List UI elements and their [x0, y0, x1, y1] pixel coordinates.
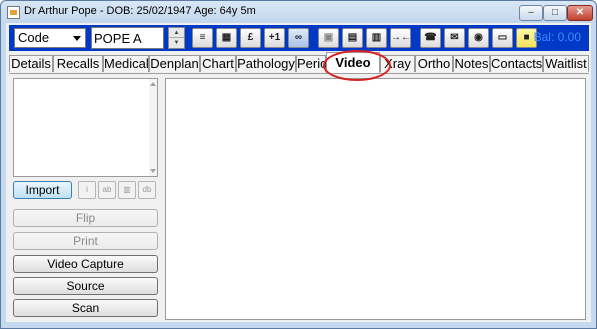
tab-ortho[interactable]: Ortho — [415, 55, 453, 72]
flip-button[interactable]: Flip — [13, 209, 158, 227]
notes-button[interactable]: ≡ — [192, 28, 213, 48]
tab-notes[interactable]: Notes — [453, 55, 490, 72]
notes-icon: ≡ — [199, 32, 206, 43]
scroll-up-icon[interactable] — [150, 82, 156, 86]
pound-icon: £ — [247, 32, 254, 43]
window-title: Dr Arthur Pope - DOB: 25/02/1947 Age: 64… — [24, 5, 256, 17]
tab-medical[interactable]: Medical — [103, 55, 149, 72]
chevron-down-icon — [73, 36, 81, 41]
print-button[interactable]: Print — [13, 232, 158, 250]
plus-one-button[interactable]: +1 — [264, 28, 285, 48]
toolbar: Code ▲ ▼ ≡ ▦ £ +1 ∞ ▣ ▤ ▥ →← ☎ ✉ ◉ ▭ ■ B… — [9, 25, 589, 51]
delete-button[interactable]: ▥ — [366, 28, 387, 48]
save-icon: ▣ — [323, 32, 334, 43]
spinner-down-icon[interactable]: ▼ — [169, 38, 184, 48]
tab-pathology[interactable]: Pathology — [236, 55, 296, 72]
sticky-note-icon: ■ — [523, 32, 530, 43]
letter-icon: ✉ — [450, 32, 459, 43]
scrollbar[interactable] — [149, 79, 157, 176]
edit-button[interactable]: ab — [98, 181, 116, 199]
delete-icon: ▥ — [371, 32, 382, 43]
tab-recalls[interactable]: Recalls — [53, 55, 103, 72]
plus-one-icon: +1 — [268, 32, 281, 43]
maximize-button[interactable]: □ — [543, 5, 567, 21]
scan-button[interactable]: Scan — [13, 299, 158, 317]
pound-button[interactable]: £ — [240, 28, 261, 48]
video-preview-area[interactable] — [165, 78, 586, 320]
app-icon — [7, 6, 20, 19]
cash-register-icon: ▦ — [221, 32, 232, 43]
info-button[interactable]: i — [78, 181, 96, 199]
card-icon: ▭ — [497, 32, 508, 43]
edit-icon: ab — [102, 185, 112, 194]
close-button[interactable]: ✕ — [567, 5, 593, 21]
code-select[interactable]: Code — [14, 28, 86, 48]
tab-xray[interactable]: Xray — [380, 55, 415, 72]
save-button[interactable]: ▣ — [318, 28, 339, 48]
balance-label: Bal: 0.00 — [533, 30, 581, 44]
video-capture-button[interactable]: Video Capture — [13, 255, 158, 273]
letter-button[interactable]: ✉ — [444, 28, 465, 48]
link-button[interactable]: ∞ — [288, 28, 309, 48]
arrows-icon: →← — [391, 32, 411, 43]
arrows-button[interactable]: →← — [390, 28, 411, 48]
client-area: Code ▲ ▼ ≡ ▦ £ +1 ∞ ▣ ▤ ▥ →← ☎ ✉ ◉ ▭ ■ B… — [6, 23, 591, 322]
trash-icon: ▥ — [123, 185, 131, 194]
spinner-up-icon[interactable]: ▲ — [169, 28, 184, 38]
patient-spinner[interactable]: ▲ ▼ — [168, 27, 185, 49]
info-icon: i — [86, 185, 88, 194]
database-icon: db — [142, 185, 152, 194]
phone-icon: ☎ — [424, 32, 437, 43]
code-select-value: Code — [18, 30, 50, 45]
scroll-down-icon[interactable] — [150, 169, 156, 173]
tab-denplan[interactable]: Denplan — [149, 55, 200, 72]
source-button[interactable]: Source — [13, 277, 158, 295]
phone-button[interactable]: ☎ — [420, 28, 441, 48]
minimize-button[interactable]: – — [519, 5, 543, 21]
database-button[interactable]: db — [138, 181, 156, 199]
camera-icon: ◉ — [474, 32, 483, 43]
patient-window: Dr Arthur Pope - DOB: 25/02/1947 Age: 64… — [0, 0, 597, 329]
tab-perio[interactable]: Perio — [296, 55, 327, 72]
camera-button[interactable]: ◉ — [468, 28, 489, 48]
tab-strip: Details Recalls Medical Denplan Chart Pa… — [9, 52, 589, 73]
tab-contacts[interactable]: Contacts — [490, 55, 543, 72]
print-preview-button[interactable]: ▤ — [342, 28, 363, 48]
tab-details[interactable]: Details — [9, 55, 53, 72]
title-bar[interactable]: Dr Arthur Pope - DOB: 25/02/1947 Age: 64… — [1, 1, 596, 23]
tab-video[interactable]: Video — [326, 52, 380, 73]
trash-button[interactable]: ▥ — [118, 181, 136, 199]
print-preview-icon: ▤ — [347, 32, 358, 43]
tab-chart[interactable]: Chart — [200, 55, 236, 72]
tab-waitlist[interactable]: Waitlist — [543, 55, 589, 72]
card-button[interactable]: ▭ — [492, 28, 513, 48]
patient-code-input[interactable] — [91, 27, 164, 49]
image-thumbnail-list[interactable] — [13, 78, 158, 177]
cash-register-button[interactable]: ▦ — [216, 28, 237, 48]
link-icon: ∞ — [294, 32, 303, 43]
import-button[interactable]: Import — [13, 181, 72, 199]
